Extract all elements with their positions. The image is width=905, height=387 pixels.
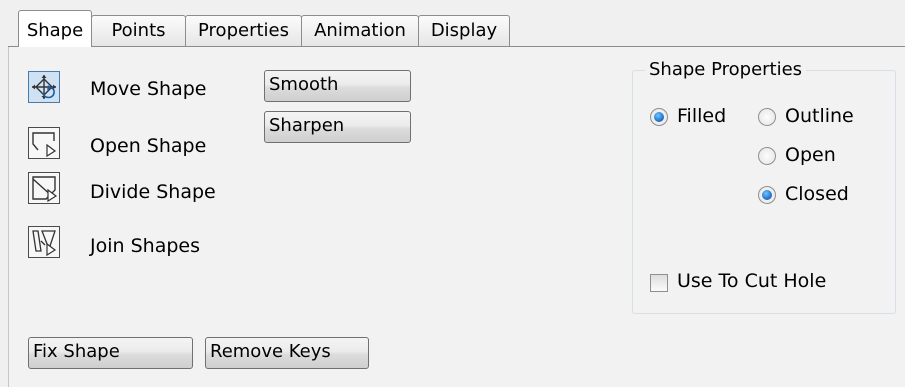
join-shapes-icon	[32, 230, 57, 257]
outline-label: Outline	[785, 105, 854, 127]
tab-animation-label: Animation	[314, 20, 406, 41]
sharpen-button[interactable]: Sharpen	[264, 111, 411, 143]
tab-strip-border	[8, 46, 905, 47]
open-radio[interactable]	[758, 147, 776, 165]
open-shape-label: Open Shape	[90, 135, 207, 157]
divide-shape-button[interactable]	[28, 172, 60, 204]
divide-shape-label: Divide Shape	[90, 181, 216, 203]
closed-label: Closed	[785, 183, 849, 205]
tab-points-label: Points	[111, 20, 166, 41]
tab-display-label: Display	[430, 20, 498, 41]
use-to-cut-hole-checkbox[interactable]	[650, 274, 668, 292]
tab-points[interactable]: Points	[91, 15, 186, 46]
open-shape-icon	[32, 132, 57, 158]
remove-keys-button[interactable]: Remove Keys	[205, 337, 369, 369]
shape-properties-title: Shape Properties	[645, 60, 807, 80]
move-shape-label: Move Shape	[90, 78, 207, 100]
tab-display[interactable]: Display	[418, 15, 510, 46]
move-shape-button[interactable]	[28, 71, 60, 103]
closed-radio[interactable]	[758, 186, 776, 204]
filled-label: Filled	[677, 105, 727, 127]
tab-shape[interactable]: Shape	[18, 10, 92, 47]
tab-properties[interactable]: Properties	[185, 15, 302, 46]
open-shape-button[interactable]	[28, 127, 60, 159]
tab-shape-label: Shape	[26, 20, 84, 41]
tab-animation[interactable]: Animation	[301, 15, 419, 46]
join-shapes-button[interactable]	[28, 226, 60, 258]
shape-dialog: Shape Points Properties Animation Displa…	[0, 0, 905, 387]
join-shapes-label: Join Shapes	[90, 235, 200, 257]
move-shape-icon	[32, 75, 56, 99]
smooth-button[interactable]: Smooth	[264, 70, 411, 102]
open-label: Open	[785, 144, 836, 166]
fix-shape-button[interactable]: Fix Shape	[28, 337, 193, 369]
tab-properties-label: Properties	[198, 20, 289, 41]
use-to-cut-hole-label: Use To Cut Hole	[677, 270, 827, 292]
divide-shape-icon	[32, 176, 58, 203]
filled-radio[interactable]	[650, 108, 668, 126]
outline-radio[interactable]	[758, 108, 776, 126]
